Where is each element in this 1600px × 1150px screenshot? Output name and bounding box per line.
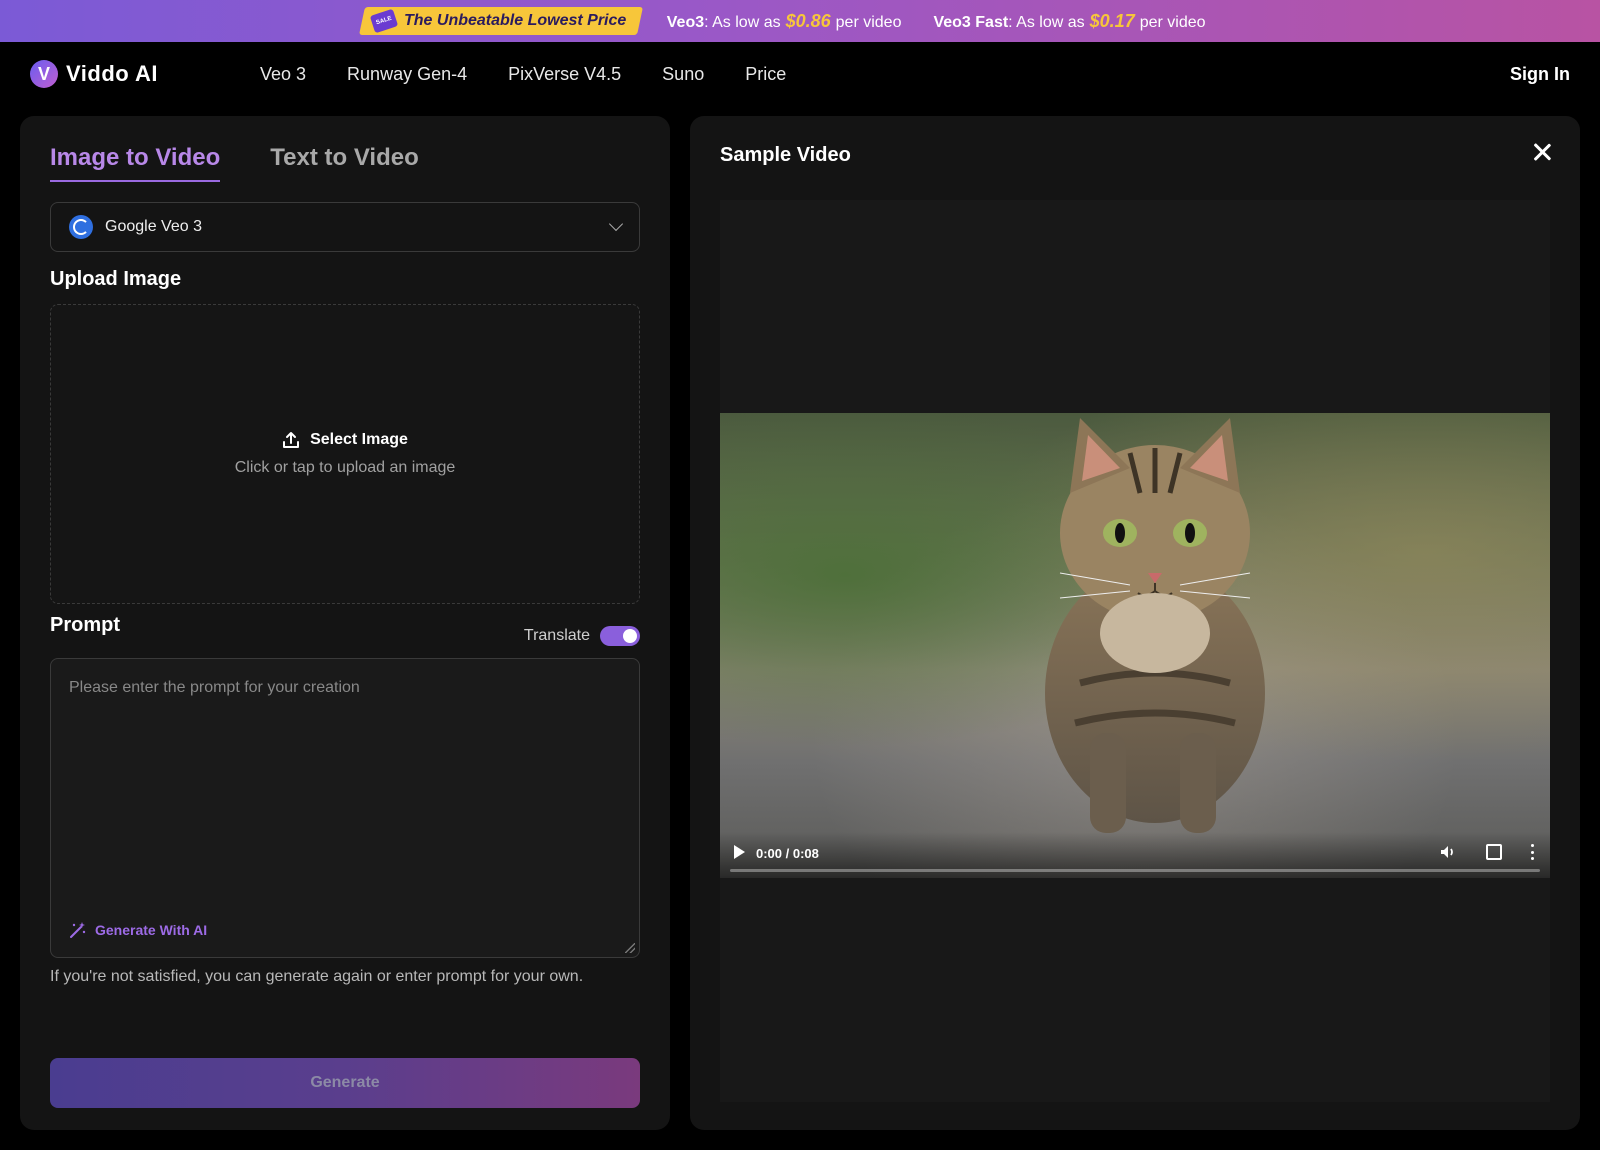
prompt-hint: If you're not satisfied, you can generat… xyxy=(50,968,584,985)
sign-in-button[interactable]: Sign In xyxy=(1510,64,1570,85)
google-veo-icon xyxy=(69,215,93,239)
fullscreen-icon[interactable] xyxy=(1486,844,1502,860)
chevron-down-icon xyxy=(608,216,624,232)
upload-icon xyxy=(283,432,300,448)
logo-text: Viddo AI xyxy=(66,61,158,86)
nav-link-veo3[interactable]: Veo 3 xyxy=(260,64,306,85)
promo-item-name: Veo3 Fast xyxy=(933,13,1009,31)
cat-video-frame xyxy=(1045,418,1265,833)
prompt-label: Prompt xyxy=(50,614,120,636)
nav-link-price[interactable]: Price xyxy=(745,64,786,85)
promo-item-veo3-fast: Veo3 Fast: As low as $0.17 per video xyxy=(933,11,1205,32)
promo-headline: The Unbeatable Lowest Price xyxy=(404,12,627,29)
upload-subtitle: Click or tap to upload an image xyxy=(234,459,456,476)
image-upload-dropzone[interactable]: Select Image Click or tap to upload an i… xyxy=(50,304,640,604)
sample-video-title: Sample Video xyxy=(720,144,851,166)
promo-item-prefix: : As low as xyxy=(1008,13,1085,31)
translate-label: Translate xyxy=(523,627,590,644)
promo-item-prefix: : As low as xyxy=(704,13,781,31)
promo-item-name: Veo3 xyxy=(666,13,705,31)
video-controls: 0:00 / 0:08 xyxy=(720,832,1550,878)
nav-links: Veo 3 Runway Gen-4 PixVerse V4.5 Suno Pr… xyxy=(260,64,786,85)
promo-item-veo3: Veo3: As low as $0.86 per video xyxy=(667,11,902,32)
volume-icon[interactable] xyxy=(1438,842,1458,862)
promo-item-price: $0.86 xyxy=(785,10,831,31)
logo-icon: V xyxy=(30,60,58,88)
top-nav: V Viddo AI Veo 3 Runway Gen-4 PixVerse V… xyxy=(0,42,1600,106)
model-select-label: Google Veo 3 xyxy=(105,218,202,235)
mode-tabs: Image to Video Text to Video xyxy=(50,144,419,182)
generate-with-ai-label: Generate With AI xyxy=(95,922,208,938)
generate-with-ai-button[interactable]: Generate With AI xyxy=(69,921,207,939)
prompt-textarea[interactable]: Please enter the prompt for your creatio… xyxy=(50,658,640,958)
upload-image-label: Upload Image xyxy=(50,268,182,290)
nav-link-pixverse[interactable]: PixVerse V4.5 xyxy=(508,64,621,85)
translate-control: Translate xyxy=(524,626,640,646)
promo-headline-pill[interactable]: SALE The Unbeatable Lowest Price xyxy=(359,7,644,35)
select-image-button[interactable]: Select Image xyxy=(282,431,408,449)
resize-handle-icon[interactable] xyxy=(625,943,635,953)
promo-item-suffix: per video xyxy=(1139,13,1206,31)
nav-link-runway[interactable]: Runway Gen-4 xyxy=(347,64,467,85)
generate-button[interactable]: Generate xyxy=(50,1058,640,1108)
nav-link-suno[interactable]: Suno xyxy=(662,64,704,85)
promo-item-price: $0.17 xyxy=(1089,10,1135,31)
sale-tag-icon: SALE xyxy=(370,8,399,34)
close-icon[interactable] xyxy=(1532,142,1552,162)
promo-item-suffix: per video xyxy=(835,13,902,31)
generator-panel: Image to Video Text to Video Google Veo … xyxy=(20,116,670,1130)
select-image-label: Select Image xyxy=(310,431,408,448)
logo[interactable]: V Viddo AI xyxy=(30,60,158,88)
translate-toggle[interactable] xyxy=(600,626,640,646)
play-icon[interactable] xyxy=(734,845,745,859)
prompt-placeholder: Please enter the prompt for your creatio… xyxy=(69,679,360,696)
video-area: 0:00 / 0:08 xyxy=(720,200,1550,1102)
tab-image-to-video[interactable]: Image to Video xyxy=(50,144,221,182)
video-time: 0:00 / 0:08 xyxy=(756,846,819,861)
video-progress-bar[interactable] xyxy=(730,869,1540,872)
magic-wand-icon xyxy=(70,922,86,938)
model-select[interactable]: Google Veo 3 xyxy=(50,202,640,252)
sample-video-player[interactable]: 0:00 / 0:08 xyxy=(720,413,1550,878)
more-options-icon[interactable] xyxy=(1530,844,1534,860)
sample-video-panel: Sample Video 0:00 / 0:08 xyxy=(690,116,1580,1130)
tab-text-to-video[interactable]: Text to Video xyxy=(270,144,418,182)
promo-banner: SALE The Unbeatable Lowest Price Veo3: A… xyxy=(0,0,1600,42)
